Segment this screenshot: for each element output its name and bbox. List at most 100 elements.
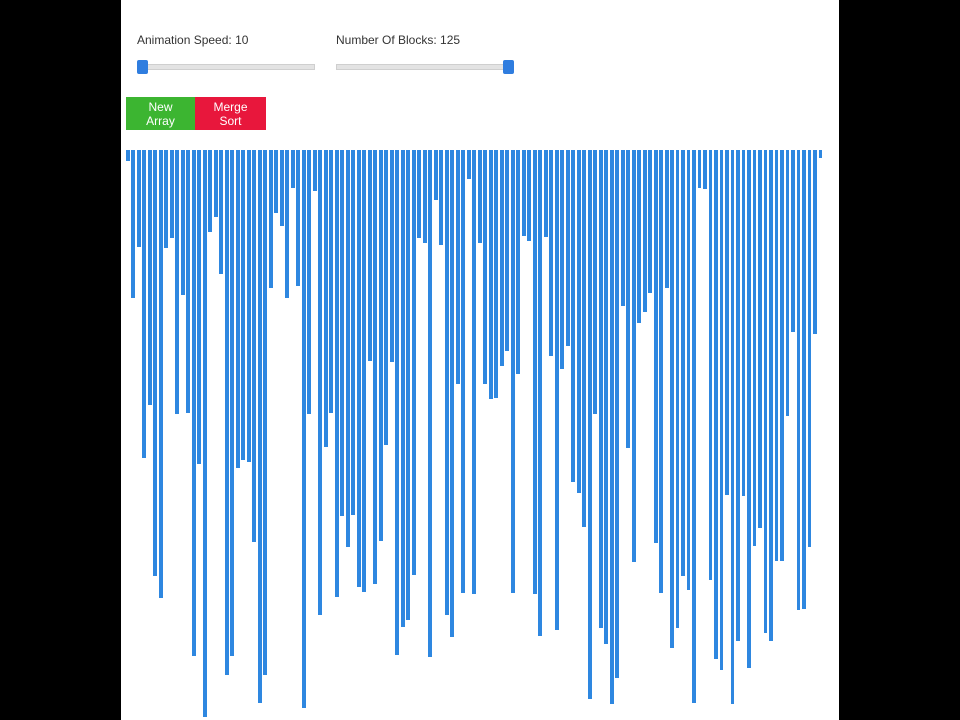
array-bar bbox=[252, 150, 257, 542]
array-bar bbox=[169, 150, 174, 238]
array-bar bbox=[406, 150, 411, 621]
array-bar bbox=[301, 150, 306, 708]
array-bar bbox=[604, 150, 609, 644]
array-bar bbox=[268, 150, 273, 289]
array-bar bbox=[802, 150, 806, 610]
array-bar bbox=[653, 150, 658, 543]
array-bar bbox=[560, 150, 565, 369]
array-bar bbox=[532, 150, 537, 594]
array-bar bbox=[692, 150, 696, 703]
array-bar bbox=[780, 150, 784, 562]
array-bar bbox=[670, 150, 674, 648]
array-bar bbox=[813, 150, 817, 335]
array-bar bbox=[318, 150, 323, 616]
array-bar bbox=[527, 150, 532, 241]
array-bar bbox=[230, 150, 235, 656]
array-bar bbox=[714, 150, 718, 659]
array-bar bbox=[455, 150, 460, 385]
array-bar bbox=[450, 150, 455, 637]
array-bar bbox=[219, 150, 224, 275]
array-bar bbox=[637, 150, 642, 324]
action-buttons: New Array Merge Sort bbox=[126, 97, 266, 130]
array-bar bbox=[433, 150, 438, 200]
array-bar bbox=[549, 150, 554, 356]
array-bar bbox=[598, 150, 603, 629]
number-of-blocks-slider-track[interactable] bbox=[336, 64, 514, 70]
array-bar bbox=[675, 150, 680, 629]
array-bar bbox=[147, 150, 152, 406]
array-bar bbox=[571, 150, 576, 482]
array-bar bbox=[197, 150, 202, 464]
animation-speed-slider[interactable] bbox=[137, 60, 315, 74]
array-bar bbox=[576, 150, 581, 494]
array-bar bbox=[516, 150, 521, 374]
array-bar bbox=[126, 150, 130, 162]
array-bars-container bbox=[126, 150, 824, 720]
array-bar bbox=[703, 150, 707, 189]
array-bar bbox=[158, 150, 163, 598]
merge-sort-button[interactable]: Merge Sort bbox=[195, 97, 266, 130]
array-bar bbox=[554, 150, 559, 631]
array-bar bbox=[208, 150, 213, 233]
array-bar bbox=[378, 150, 383, 541]
array-bar bbox=[609, 150, 614, 704]
array-bar bbox=[417, 150, 422, 238]
array-bar bbox=[323, 150, 328, 448]
number-of-blocks-slider-thumb[interactable] bbox=[503, 60, 514, 74]
animation-speed-label: Animation Speed: 10 bbox=[137, 33, 249, 47]
array-bar bbox=[329, 150, 334, 413]
array-bar bbox=[626, 150, 631, 449]
array-bar bbox=[180, 150, 185, 295]
array-bar bbox=[543, 150, 548, 237]
array-bar bbox=[736, 150, 740, 641]
array-bar bbox=[191, 150, 196, 656]
number-of-blocks-slider[interactable] bbox=[336, 60, 514, 74]
array-bar bbox=[131, 150, 136, 298]
array-bar bbox=[164, 150, 169, 248]
array-bar bbox=[351, 150, 356, 516]
array-bar bbox=[818, 150, 823, 159]
animation-speed-slider-thumb[interactable] bbox=[137, 60, 148, 74]
array-bar bbox=[202, 150, 207, 717]
array-bar bbox=[213, 150, 218, 218]
array-bar bbox=[587, 150, 592, 699]
array-bar bbox=[345, 150, 350, 547]
array-bar bbox=[785, 150, 790, 416]
array-bar bbox=[373, 150, 378, 584]
array-bar bbox=[153, 150, 158, 577]
array-bar bbox=[510, 150, 515, 593]
array-bar bbox=[719, 150, 724, 671]
array-bar bbox=[362, 150, 367, 592]
array-bar bbox=[444, 150, 449, 616]
sorting-visualizer-page: Animation Speed: 10 Number Of Blocks: 12… bbox=[121, 0, 839, 720]
array-bar bbox=[274, 150, 279, 214]
array-bar bbox=[499, 150, 504, 366]
array-bar bbox=[411, 150, 416, 576]
array-bar bbox=[521, 150, 526, 236]
new-array-button[interactable]: New Array bbox=[126, 97, 195, 130]
array-bar bbox=[505, 150, 510, 351]
array-bar bbox=[752, 150, 757, 546]
array-bar bbox=[620, 150, 625, 306]
array-bar bbox=[686, 150, 691, 590]
array-bar bbox=[538, 150, 543, 636]
array-bar bbox=[494, 150, 499, 399]
array-bar bbox=[290, 150, 295, 188]
array-bar bbox=[389, 150, 394, 362]
array-bar bbox=[307, 150, 312, 414]
array-bar bbox=[334, 150, 339, 597]
array-bar bbox=[642, 150, 647, 312]
array-bar bbox=[730, 150, 735, 704]
animation-speed-control: Animation Speed: 10 bbox=[137, 33, 315, 74]
array-bar bbox=[763, 150, 768, 634]
array-bar bbox=[708, 150, 713, 580]
array-bar bbox=[279, 150, 284, 227]
array-bar bbox=[477, 150, 482, 243]
array-bar bbox=[340, 150, 345, 517]
array-bar bbox=[235, 150, 240, 468]
array-bar bbox=[246, 150, 251, 463]
array-bar bbox=[769, 150, 773, 641]
array-bar bbox=[296, 150, 301, 287]
animation-speed-slider-track[interactable] bbox=[137, 64, 315, 70]
number-of-blocks-control: Number Of Blocks: 125 bbox=[336, 33, 514, 74]
